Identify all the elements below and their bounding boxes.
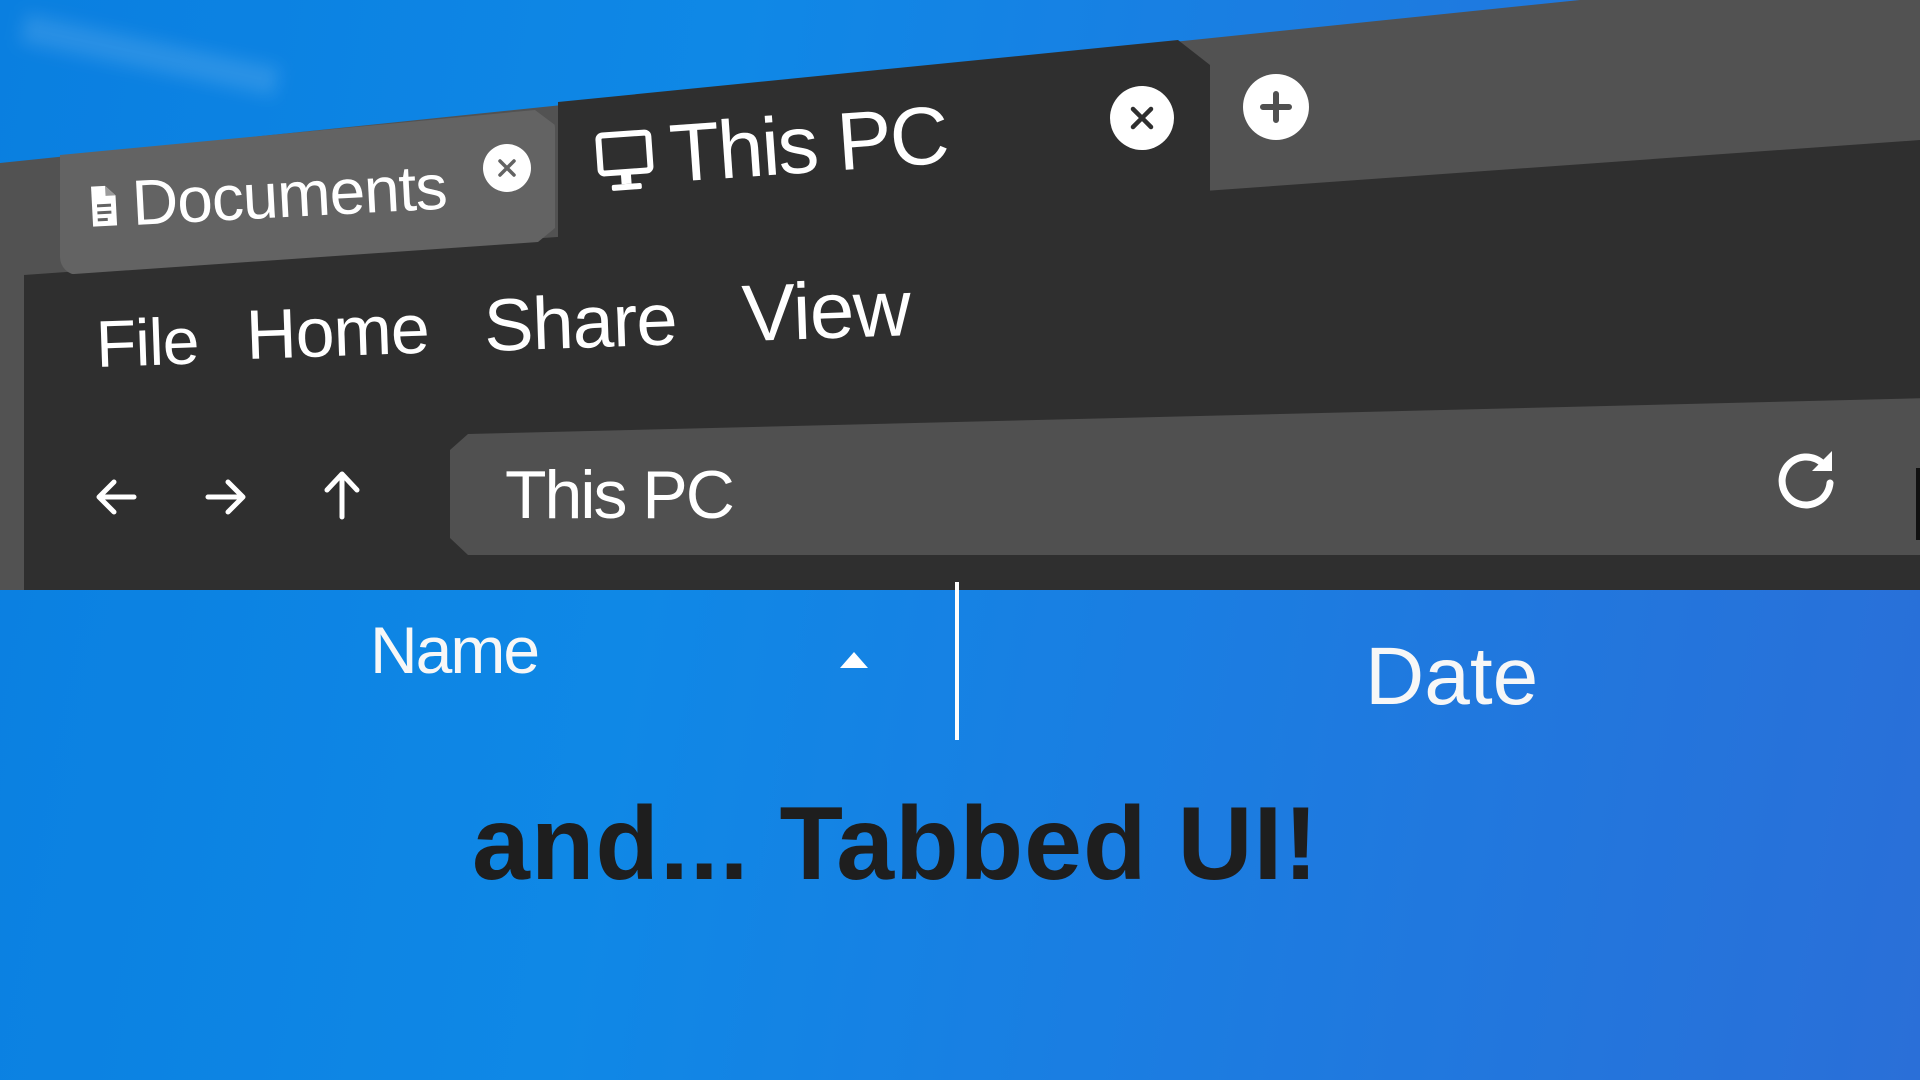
menu-file[interactable]: File	[95, 302, 200, 382]
monitor-icon	[595, 129, 654, 191]
promo-caption: and... Tabbed UI!	[472, 786, 1320, 902]
refresh-icon[interactable]	[1770, 443, 1842, 515]
window-edge	[1916, 468, 1920, 540]
menu-share[interactable]: Share	[483, 276, 678, 368]
sort-ascending-icon	[840, 652, 868, 668]
column-header-name[interactable]: Name	[370, 612, 540, 688]
up-button[interactable]	[318, 467, 366, 521]
arrow-up-icon	[324, 471, 360, 520]
address-bar-path: This PC	[505, 457, 735, 533]
arrow-left-icon	[96, 479, 137, 515]
arrow-right-icon	[205, 479, 246, 515]
explorer-window-chrome: Documents This PC File Home Share View T…	[0, 0, 1920, 590]
close-icon	[1130, 106, 1154, 130]
close-tab-documents-button[interactable]	[483, 144, 531, 192]
new-tab-button[interactable]	[1243, 74, 1309, 140]
close-icon	[498, 159, 516, 177]
menu-view[interactable]: View	[740, 262, 911, 360]
tab-this-pc-label: This PC	[666, 89, 951, 200]
document-icon	[91, 185, 118, 227]
column-header-date[interactable]: Date	[1365, 630, 1538, 724]
column-divider[interactable]	[955, 582, 959, 740]
back-button[interactable]	[92, 470, 140, 524]
plus-icon	[1260, 91, 1292, 123]
menu-home[interactable]: Home	[245, 289, 430, 375]
forward-button[interactable]	[202, 470, 250, 524]
tab-this-pc[interactable]: This PC	[558, 40, 1210, 245]
close-tab-this-pc-button[interactable]	[1110, 86, 1174, 150]
tab-documents-label: Documents	[130, 150, 449, 239]
